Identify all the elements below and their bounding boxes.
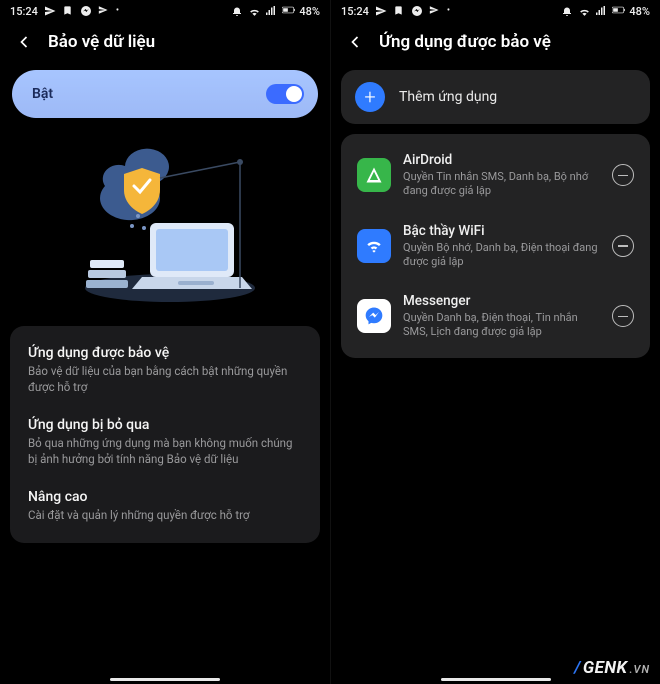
battery-icon xyxy=(612,5,624,17)
item-title: Ứng dụng được bảo vệ xyxy=(28,345,302,361)
remove-button[interactable] xyxy=(612,164,634,186)
app-subtitle: Quyền Bộ nhớ, Danh bạ, Điện thoại đang đ… xyxy=(403,241,600,270)
send-icon xyxy=(375,5,387,17)
status-bar: 15:24 • 48% xyxy=(331,0,660,22)
wifi-master-icon xyxy=(357,229,391,263)
signal-icon xyxy=(265,5,277,17)
item-subtitle: Bảo vệ dữ liệu của bạn bằng cách bật nhữ… xyxy=(28,364,302,395)
item-subtitle: Bỏ qua những ứng dụng mà bạn không muốn … xyxy=(28,436,302,467)
status-time: 15:24 xyxy=(341,5,369,18)
item-title: Nâng cao xyxy=(28,489,302,505)
app-row-messenger[interactable]: Messenger Quyền Danh bạ, Điện thoại, Tin… xyxy=(345,281,646,352)
send-small-icon xyxy=(98,5,110,17)
battery-pct: 48% xyxy=(629,5,650,18)
wifi-icon xyxy=(578,5,590,17)
status-time: 15:24 xyxy=(10,5,38,18)
messenger-icon xyxy=(80,5,92,17)
apps-list: AirDroid Quyền Tin nhắn SMS, Danh bạ, Bộ… xyxy=(341,134,650,358)
app-name: AirDroid xyxy=(403,152,600,168)
advanced-item[interactable]: Nâng cao Cài đặt và quản lý những quyền … xyxy=(14,478,316,535)
item-subtitle: Cài đặt và quản lý những quyền được hỗ t… xyxy=(28,508,302,524)
back-button[interactable] xyxy=(345,32,365,52)
add-app-label: Thêm ứng dụng xyxy=(399,89,497,105)
messenger-app-icon xyxy=(357,299,391,333)
illustration xyxy=(0,128,330,318)
pane-protected-apps: 15:24 • 48% Ứng dụng được bảo vệ + xyxy=(330,0,660,684)
watermark-brand: GENK xyxy=(583,658,628,678)
header: Ứng dụng được bảo vệ xyxy=(331,22,660,66)
app-row-airdroid[interactable]: AirDroid Quyền Tin nhắn SMS, Danh bạ, Bộ… xyxy=(345,140,646,211)
settings-card: Ứng dụng được bảo vệ Bảo vệ dữ liệu của … xyxy=(10,326,320,543)
signal-icon xyxy=(595,5,607,17)
add-app-button[interactable]: + Thêm ứng dụng xyxy=(341,70,650,124)
watermark: / GENK .VN xyxy=(574,658,650,678)
watermark-tld: .VN xyxy=(629,663,650,676)
dnd-icon xyxy=(561,5,573,17)
remove-button[interactable] xyxy=(612,305,634,327)
plus-icon: + xyxy=(355,82,385,112)
item-title: Ứng dụng bị bỏ qua xyxy=(28,417,302,433)
app-subtitle: Quyền Danh bạ, Điện thoại, Tin nhắn SMS,… xyxy=(403,311,600,340)
remove-button[interactable] xyxy=(612,235,634,257)
status-bar: 15:24 • 48% xyxy=(0,0,330,22)
ignored-apps-item[interactable]: Ứng dụng bị bỏ qua Bỏ qua những ứng dụng… xyxy=(14,406,316,478)
send-icon xyxy=(44,5,56,17)
app-subtitle: Quyền Tin nhắn SMS, Danh bạ, Bộ nhớ đang… xyxy=(403,170,600,199)
battery-pct: 48% xyxy=(299,5,320,18)
app-name: Bậc thầy WiFi xyxy=(403,223,600,239)
dot-icon: • xyxy=(447,6,450,16)
battery-icon xyxy=(282,5,294,17)
toggle-label: Bật xyxy=(32,86,53,102)
toggle-switch-on[interactable] xyxy=(266,84,304,104)
master-toggle[interactable]: Bật xyxy=(12,70,318,118)
page-title: Ứng dụng được bảo vệ xyxy=(379,32,551,52)
app-name: Messenger xyxy=(403,293,600,309)
header: Bảo vệ dữ liệu xyxy=(0,22,330,66)
page-title: Bảo vệ dữ liệu xyxy=(48,32,155,52)
home-indicator[interactable] xyxy=(441,678,551,681)
back-button[interactable] xyxy=(14,32,34,52)
messenger-icon xyxy=(411,5,423,17)
dot-icon: • xyxy=(116,6,119,16)
home-indicator[interactable] xyxy=(110,678,220,681)
wifi-icon xyxy=(248,5,260,17)
slash-icon: / xyxy=(574,658,581,678)
airdroid-icon xyxy=(357,158,391,192)
dnd-icon xyxy=(231,5,243,17)
bookmark-icon xyxy=(62,5,74,17)
bookmark-icon xyxy=(393,5,405,17)
pane-data-protection: 15:24 • 48% Bảo vệ dữ liệu Bật xyxy=(0,0,330,684)
send-small-icon xyxy=(429,5,441,17)
protected-apps-item[interactable]: Ứng dụng được bảo vệ Bảo vệ dữ liệu của … xyxy=(14,334,316,406)
app-row-wifi-master[interactable]: Bậc thầy WiFi Quyền Bộ nhớ, Danh bạ, Điệ… xyxy=(345,211,646,282)
